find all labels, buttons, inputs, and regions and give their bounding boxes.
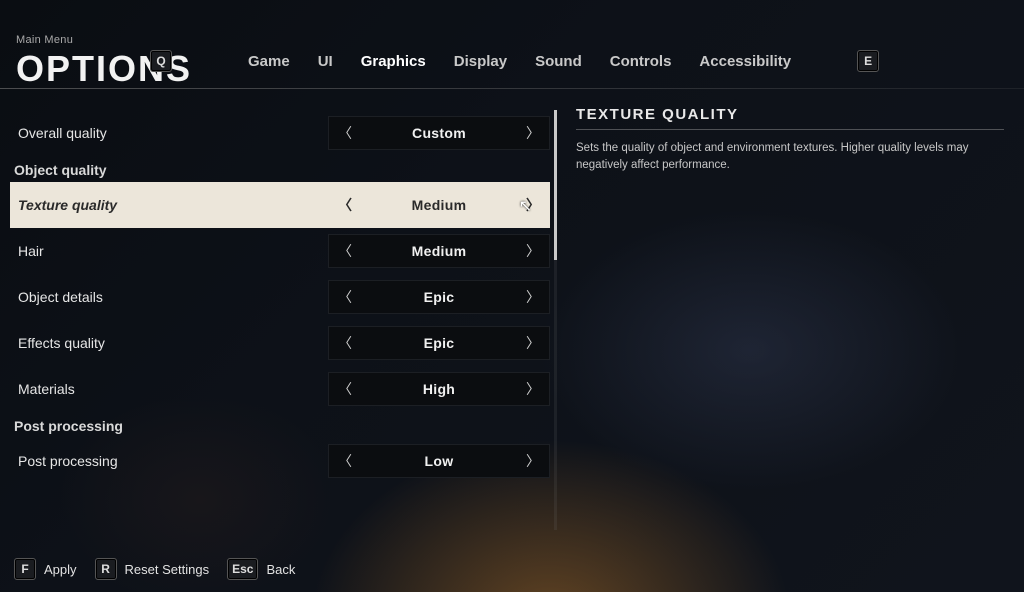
setting-overall-quality[interactable]: Overall quality 〈 Custom 〉 xyxy=(10,110,550,156)
tab-sound[interactable]: Sound xyxy=(535,53,582,70)
tab-ui[interactable]: UI xyxy=(318,53,333,70)
value-selector[interactable]: 〈 Medium 〉 xyxy=(328,234,550,268)
reset-button[interactable]: R Reset Settings xyxy=(95,558,210,580)
chevron-left-icon[interactable]: 〈 xyxy=(337,333,353,353)
description-title: TEXTURE QUALITY xyxy=(576,106,1004,130)
setting-label: Overall quality xyxy=(18,125,328,141)
setting-label: Materials xyxy=(18,381,328,397)
setting-materials[interactable]: Materials 〈 High 〉 xyxy=(10,366,550,412)
setting-label: Texture quality xyxy=(18,197,328,213)
setting-label: Effects quality xyxy=(18,335,328,351)
setting-hair[interactable]: Hair 〈 Medium 〉 xyxy=(10,228,550,274)
scrollbar[interactable] xyxy=(554,110,557,530)
setting-value: Epic xyxy=(424,289,455,305)
tab-bar: Q Game UI Graphics Display Sound Control… xyxy=(150,46,1014,76)
chevron-left-icon[interactable]: 〈 xyxy=(337,287,353,307)
setting-value: Medium xyxy=(412,243,467,259)
section-object-quality: Object quality xyxy=(10,156,550,182)
setting-texture-quality[interactable]: Texture quality 〈 Medium 〉 ↖ xyxy=(10,182,550,228)
setting-effects-quality[interactable]: Effects quality 〈 Epic 〉 xyxy=(10,320,550,366)
next-tab-key-icon[interactable]: E xyxy=(857,50,879,72)
chevron-left-icon[interactable]: 〈 xyxy=(337,241,353,261)
tab-graphics[interactable]: Graphics xyxy=(361,53,426,70)
description-panel: TEXTURE QUALITY Sets the quality of obje… xyxy=(576,106,1004,173)
setting-post-processing[interactable]: Post processing 〈 Low 〉 xyxy=(10,438,550,484)
back-label: Back xyxy=(266,562,295,577)
reset-label: Reset Settings xyxy=(125,562,210,577)
chevron-right-icon[interactable]: 〉 xyxy=(525,241,541,261)
chevron-left-icon[interactable]: 〈 xyxy=(337,451,353,471)
footer: F Apply R Reset Settings Esc Back xyxy=(14,558,295,580)
setting-value: Custom xyxy=(412,125,466,141)
value-selector[interactable]: 〈 High 〉 xyxy=(328,372,550,406)
tab-accessibility[interactable]: Accessibility xyxy=(699,53,791,70)
tab-controls[interactable]: Controls xyxy=(610,53,672,70)
setting-label: Object details xyxy=(18,289,328,305)
back-button[interactable]: Esc Back xyxy=(227,558,295,580)
setting-label: Post processing xyxy=(18,453,328,469)
chevron-right-icon[interactable]: 〉 xyxy=(525,379,541,399)
chevron-left-icon[interactable]: 〈 xyxy=(337,123,353,143)
chevron-right-icon[interactable]: 〉 xyxy=(525,123,541,143)
value-selector[interactable]: 〈 Epic 〉 xyxy=(328,280,550,314)
chevron-left-icon[interactable]: 〈 xyxy=(337,379,353,399)
description-body: Sets the quality of object and environme… xyxy=(576,140,1004,173)
setting-object-details[interactable]: Object details 〈 Epic 〉 xyxy=(10,274,550,320)
setting-value: High xyxy=(423,381,455,397)
tab-game[interactable]: Game xyxy=(248,53,290,70)
setting-label: Hair xyxy=(18,243,328,259)
value-selector[interactable]: 〈 Low 〉 xyxy=(328,444,550,478)
value-selector[interactable]: 〈 Medium 〉 xyxy=(328,188,550,222)
chevron-right-icon[interactable]: 〉 xyxy=(525,333,541,353)
value-selector[interactable]: 〈 Epic 〉 xyxy=(328,326,550,360)
value-selector[interactable]: 〈 Custom 〉 xyxy=(328,116,550,150)
chevron-right-icon[interactable]: 〉 xyxy=(525,195,541,215)
scrollbar-thumb[interactable] xyxy=(554,110,557,260)
apply-label: Apply xyxy=(44,562,77,577)
apply-button[interactable]: F Apply xyxy=(14,558,77,580)
key-f-icon: F xyxy=(14,558,36,580)
section-post-processing: Post processing xyxy=(10,412,550,438)
prev-tab-key-icon[interactable]: Q xyxy=(150,50,172,72)
settings-panel: Overall quality 〈 Custom 〉 Object qualit… xyxy=(10,110,550,532)
tab-display[interactable]: Display xyxy=(454,53,507,70)
setting-value: Low xyxy=(425,453,454,469)
chevron-right-icon[interactable]: 〉 xyxy=(525,451,541,471)
setting-value: Epic xyxy=(424,335,455,351)
chevron-right-icon[interactable]: 〉 xyxy=(525,287,541,307)
key-r-icon: R xyxy=(95,558,117,580)
breadcrumb: Main Menu xyxy=(16,34,73,46)
header-divider xyxy=(0,88,1024,89)
key-esc-icon: Esc xyxy=(227,558,258,580)
setting-value: Medium xyxy=(412,197,467,213)
chevron-left-icon[interactable]: 〈 xyxy=(337,195,353,215)
